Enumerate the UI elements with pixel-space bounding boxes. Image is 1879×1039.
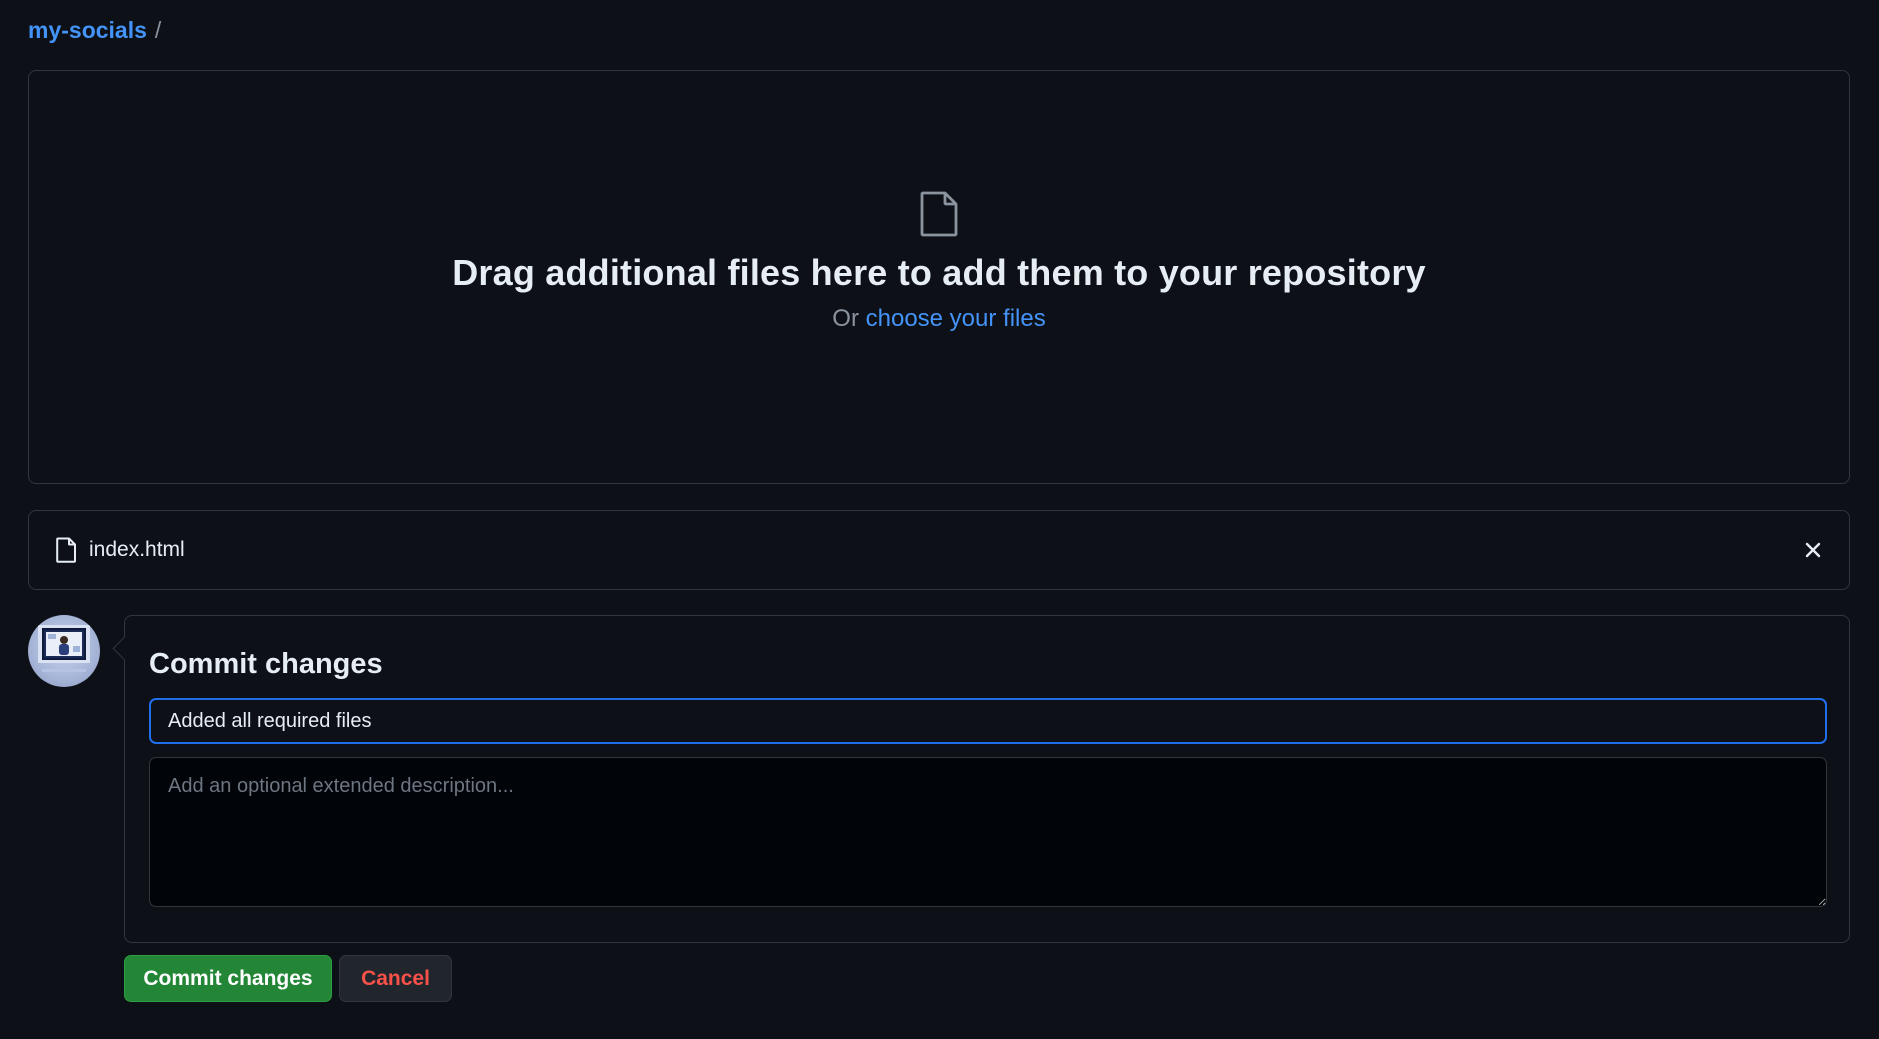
close-icon: [1805, 542, 1821, 558]
file-dropzone[interactable]: Drag additional files here to add them t…: [28, 70, 1850, 484]
breadcrumb-separator: /: [154, 17, 162, 43]
remove-file-button[interactable]: [1799, 536, 1827, 564]
file-icon: [56, 537, 76, 563]
dropzone-subtitle: Or choose your files: [832, 303, 1045, 335]
dropzone-title: Drag additional files here to add them t…: [452, 252, 1426, 293]
avatar-image: [38, 625, 90, 672]
commit-heading: Commit changes: [149, 648, 383, 680]
cancel-button[interactable]: Cancel: [339, 955, 452, 1002]
breadcrumb-repo-link[interactable]: my-socials: [28, 14, 147, 46]
commit-changes-button[interactable]: Commit changes: [124, 955, 332, 1002]
commit-summary-input[interactable]: [149, 698, 1827, 744]
upload-files-page: my-socials / Drag additional files here …: [0, 0, 1879, 1039]
avatar: [28, 615, 100, 687]
dropzone-sub-prefix: Or: [832, 305, 859, 332]
file-list-item: index.html: [28, 510, 1850, 590]
commit-form: Commit changes: [112, 615, 1850, 943]
file-name: index.html: [89, 538, 185, 561]
breadcrumb: my-socials /: [28, 14, 161, 46]
choose-files-link[interactable]: choose your files: [866, 305, 1046, 332]
commit-description-textarea[interactable]: [149, 757, 1827, 907]
speech-caret: [112, 636, 137, 661]
file-icon: [920, 191, 958, 237]
